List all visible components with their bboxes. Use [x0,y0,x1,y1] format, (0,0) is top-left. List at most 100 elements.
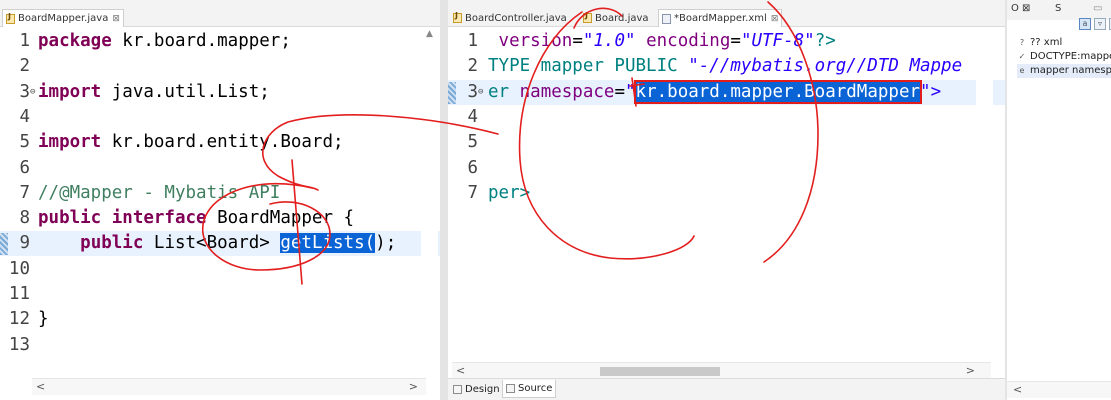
code-line: 4 [0,105,440,130]
code-text: public interface BoardMapper { [38,206,354,231]
line-number: 5 [19,132,30,153]
code-token: namespace [519,81,615,102]
code-token: import [38,81,102,102]
fold-icon[interactable]: ⊖ [478,80,483,105]
tab-boardcontroller-java[interactable]: BoardController.java [450,9,570,27]
code-line: 1 package kr.board.mapper; [0,29,440,54]
outline-item[interactable]: ? ?? xml [1017,36,1111,50]
outline-node-icon: ✓ [1018,52,1026,61]
scroll-left-icon[interactable]: < [456,364,465,377]
scroll-left-icon[interactable]: < [1013,383,1022,396]
tab-outline[interactable]: O ⊠ [1011,3,1030,14]
code-line: 10 [0,257,440,282]
code-token: " [625,81,636,102]
code-line: 6 [0,156,440,181]
tab-label: Board.java [595,12,649,24]
scroll-right-icon[interactable]: > [966,364,975,377]
java-editor-pane: BoardMapper.java ⊠ 1 package kr.board.map… [0,0,440,400]
code-token: kr.board.mapper; [111,31,291,51]
code-line: 11 [0,282,440,307]
tab-boardmapper-java[interactable]: BoardMapper.java ⊠ [2,9,124,27]
line-number: 1 [19,31,30,51]
code-token: //@Mapper - Mybatis API [38,182,281,203]
selected-text: getLists( [280,233,376,254]
code-text: per> [488,181,530,206]
code-text: import java.util.List; [38,80,270,105]
code-token: ); [375,233,397,254]
minimize-icon[interactable]: ▭ [1093,3,1102,14]
tab-design[interactable]: Design [450,380,503,398]
code-line: 2 [0,54,440,79]
line-number: 6 [467,157,478,178]
code-line: 2 TYPE mapper PUBLIC "-//mybatis.org//DTD… [448,54,1005,79]
tab-structure[interactable]: S [1055,3,1061,14]
tab-label: Design [465,383,500,395]
code-text: //@Mapper - Mybatis API [38,181,280,206]
outline-item[interactable]: e mapper namespace [1017,64,1111,78]
line-number: 4 [19,106,30,127]
sort-icon[interactable]: a [1079,18,1091,30]
line-number: 12 [8,309,30,330]
pane-divider[interactable] [440,0,448,400]
tab--boardmapper-xml[interactable]: *BoardMapper.xml ⊠ [658,9,783,27]
code-token: ?> [814,31,836,51]
horizontal-scrollbar[interactable]: < [1007,381,1111,398]
line-number: 3 [19,81,30,102]
code-text: er namespace="kr.board.mapper.BoardMappe… [488,79,941,105]
code-token: = [614,81,625,102]
java-file-icon [583,11,592,23]
fold-icon[interactable]: ⊖ [30,80,35,105]
outline-item-label: ?? xml [1030,37,1063,48]
outline-item-label: DOCTYPE:mapper [1030,51,1111,62]
outline-item-label: mapper namespace [1030,65,1111,76]
scroll-up-icon[interactable]: ▲ [421,29,438,43]
xml-editor-pane: BoardController.java Board.java *BoardMapp… [448,0,1005,400]
line-number: 8 [19,208,30,229]
code-token: import [38,132,102,153]
vertical-scrollbar[interactable]: ▲ [421,27,438,378]
java-file-icon [453,11,462,23]
code-token: TYPE mapper PUBLIC [488,56,689,77]
line-number: 13 [8,334,30,355]
code-line: 1 version="1.0" encoding="UTF-8"?> [448,29,1005,54]
code-line: 8 public interface BoardMapper { [0,206,440,231]
horizontal-scrollbar[interactable]: < > [32,378,426,395]
code-token: kr.board.entity.Board; [101,132,344,153]
scroll-right-icon[interactable]: > [409,380,418,393]
scroll-left-icon[interactable]: < [36,380,45,393]
horizontal-scrollbar[interactable]: < > [452,362,991,379]
xml-file-icon [662,13,671,24]
tab-label: BoardMapper.java [18,13,109,24]
code-line: 7 per> [448,181,1005,206]
filter-icon[interactable]: ▿ [1094,18,1106,30]
tab-label: *BoardMapper.xml [674,13,767,24]
code-line: 9 public List<Board> getLists(); [0,231,440,257]
code-token: "UTF-8" [740,31,815,51]
line-number: 11 [8,284,30,304]
code-line: 4 [448,105,1005,130]
outline-node-icon: ? [1019,38,1025,47]
vertical-scrollbar[interactable]: ⌄ [976,27,993,378]
code-token: = [730,31,741,51]
outline-item[interactable]: ✓ DOCTYPE:mapper [1017,50,1111,64]
code-line: 3 ⊖ er namespace="kr.board.mapper.BoardMap… [448,79,1005,105]
code-token: List<Board> [143,233,281,254]
close-icon[interactable]: ⊠ [771,14,779,24]
tab-board-java[interactable]: Board.java [580,9,652,27]
close-icon[interactable]: ⊠ [112,14,120,24]
line-number: 6 [19,157,30,178]
code-line: 7 //@Mapper - Mybatis API [0,181,440,206]
tab-source[interactable]: Source [502,380,557,398]
code-token: } [38,309,49,330]
line-number: 2 [467,56,478,77]
line-number: 7 [19,182,30,203]
code-token: public [80,233,144,254]
code-token: package [38,31,112,51]
code-text: version="1.0" encoding="UTF-8"?> [488,29,836,54]
scrollbar-thumb[interactable] [600,367,720,376]
code-line: 6 [448,156,1005,181]
